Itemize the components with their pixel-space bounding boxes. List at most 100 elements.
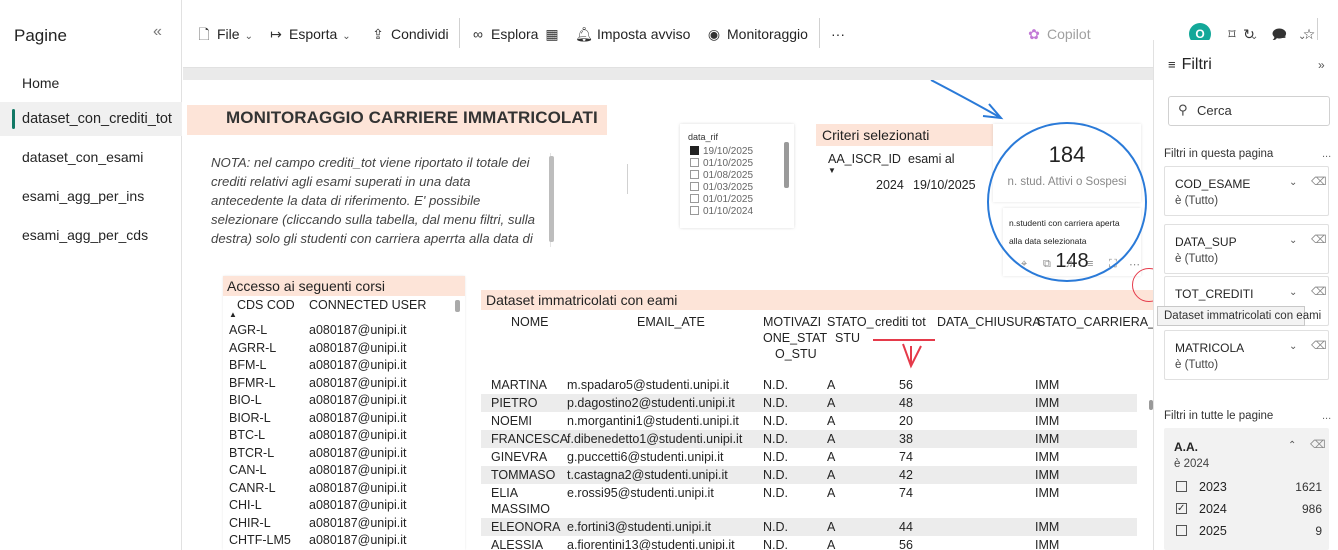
chevron-down-icon[interactable]: ⌄ [1289,177,1297,188]
corsi-row[interactable]: CANR-L a080187@unipi.it [229,480,459,496]
table-row[interactable]: MARTINA m.spadaro5@studenti.unipi.it N.D. A… [481,376,1137,394]
corsi-row[interactable]: BTCR-L a080187@unipi.it [229,445,459,461]
more-options-button[interactable]: ··· [831,24,845,44]
aa-option[interactable]: 2025 9 [1176,522,1322,540]
cell-stato: A [827,450,836,464]
page-item-esami-agg-per-ins[interactable]: esami_agg_per_ins [0,179,182,213]
table-row[interactable]: FRANCESCA f.dibenedetto1@studenti.unipi.i… [481,430,1137,448]
page-item-dataset-con-crediti-tot[interactable]: dataset_con_crediti_tot [0,102,182,136]
corsi-row[interactable]: BIOR-L a080187@unipi.it [229,410,459,426]
table-row[interactable]: TOMMASO t.castagna2@studenti.unipi.it N.D.… [481,466,1137,484]
filters-search-input[interactable]: Cerca [1168,96,1330,126]
corsi-row[interactable]: CHTF-LM5 a080187@unipi.it [229,532,459,548]
criteri-selezionati-table[interactable]: Criteri selezionati AA_ISCR_ID esami al … [816,124,996,198]
cell-email: e.fortini3@studenti.unipi.it [567,520,712,534]
section-more-icon[interactable]: ... [1322,410,1331,422]
monitoraggio-button[interactable]: ◉ Monitoraggio [705,24,808,44]
bell-icon[interactable]: ♫ [1065,258,1073,270]
esplora-button[interactable]: ∞ Esplora [469,24,538,44]
header-stato-stu[interactable]: STATO_ STU [827,314,874,346]
filter-card-cod-esame[interactable]: COD_ESAME è (Tutto) ⌄ ⌫ [1164,166,1329,216]
table-row[interactable]: ALESSIA a.fiorentini13@studenti.unipi.it N… [481,536,1137,550]
dataset-table[interactable]: Dataset immatricolati con eami NOME EMAI… [481,290,1153,550]
chevron-down-icon[interactable]: ⌄ [1289,287,1297,298]
corsi-row[interactable]: BFM-L a080187@unipi.it [229,357,459,373]
file-menu[interactable]: 🗋 File ⌄ [195,24,253,44]
table-row[interactable]: ELIA e.rossi95@studenti.unipi.it N.D. A 74 IM… [481,484,1137,518]
slicer-scrollbar[interactable] [784,142,789,188]
header-data-chiusura[interactable]: DATA_CHIUSURA [937,314,1041,330]
copy-icon[interactable]: ⧉ [1043,258,1051,271]
criteri-header-esami[interactable]: esami al [908,152,955,166]
cell-carriera: IMM [1035,378,1060,392]
slicer-option[interactable]: 01/10/2025 [690,158,753,169]
chevron-down-icon[interactable]: ⌄ [1289,341,1297,352]
header-stato-carriera[interactable]: STATO_CARRIERA_C [1037,314,1153,330]
chevron-down-icon[interactable]: ⌄ [1289,235,1297,246]
condividi-button[interactable]: ⇪ Condividi [369,24,448,44]
chevron-up-icon[interactable]: ⌃ [1288,440,1296,451]
table-settings-button[interactable]: ▦ [543,24,565,44]
filters-title: ≡ Filtri [1168,56,1212,74]
nota-scrollbar[interactable] [549,156,554,242]
eraser-icon[interactable]: ⌫ [1310,438,1326,451]
accesso-corsi-table[interactable]: Accesso ai seguenti corsi CDS COD CONNEC… [223,276,465,550]
filter-card-matricola[interactable]: MATRICOLA è (Tutto) ⌄ ⌫ [1164,330,1329,380]
page-item-esami-agg-per-cds[interactable]: esami_agg_per_cds [0,218,182,252]
page-item-home[interactable]: Home [0,66,182,100]
corsi-row[interactable]: CHI-L a080187@unipi.it [229,497,459,513]
corsi-row[interactable]: BIO-L a080187@unipi.it [229,392,459,408]
filter-value: è (Tutto) [1175,359,1219,371]
table-row[interactable]: NOEMI n.morgantini1@studenti.unipi.it N.D.… [481,412,1137,430]
esporta-menu[interactable]: ↦ Esporta ⌄ [267,24,351,44]
slicer-option[interactable]: 01/10/2024 [690,206,753,217]
table-row[interactable]: GINEVRA g.puccetti6@studenti.unipi.it N.D.… [481,448,1137,466]
eraser-icon[interactable]: ⌫ [1311,175,1327,188]
filter-card-data-sup[interactable]: DATA_SUP è (Tutto) ⌄ ⌫ [1164,224,1329,274]
corsi-header-cds[interactable]: CDS COD [237,298,295,312]
slicer-option-label: 01/08/2025 [703,170,754,181]
filter-name: TOT_CREDITI [1175,287,1254,301]
copilot-button[interactable]: ✿ Copilot [1025,24,1091,44]
slicer-option[interactable]: 19/10/2025 [690,146,753,157]
aa-option[interactable]: 2024 986 [1176,500,1322,518]
expand-filters-icon[interactable]: » [1318,58,1325,72]
eraser-icon[interactable]: ⌫ [1311,233,1327,246]
focus-mode-icon[interactable]: ⛶ [1109,258,1117,271]
corsi-row[interactable]: BTC-L a080187@unipi.it [229,427,459,443]
corsi-header-user[interactable]: CONNECTED USER [309,298,426,312]
header-email[interactable]: EMAIL_ATE [637,314,705,330]
header-motivazione[interactable]: MOTIVAZI ONE_STAT O_STU [763,314,827,362]
pin-icon[interactable]: ⌖ [1021,258,1027,271]
aa-option[interactable]: 2023 1621 [1176,478,1322,496]
header-line: ONE_STAT [763,331,828,345]
table-row[interactable]: ELEONORA e.fortini3@studenti.unipi.it N.D.… [481,518,1137,536]
section-more-icon[interactable]: ... [1322,148,1331,160]
header-crediti-tot[interactable]: crediti tot [875,314,926,330]
slicer-option[interactable]: 01/01/2025 [690,194,753,205]
copilot-label: Copilot [1047,26,1091,42]
eraser-icon[interactable]: ⌫ [1311,339,1327,352]
data-rif-slicer[interactable]: data_rif 19/10/2025 01/10/2025 01/08/202… [680,124,794,228]
corsi-row[interactable]: AGRR-L a080187@unipi.it [229,340,459,356]
cell-motivazione: N.D. [763,486,788,500]
collapse-pages-icon[interactable]: « [153,23,162,41]
corsi-row[interactable]: BFMR-L a080187@unipi.it [229,375,459,391]
filter-icon[interactable]: ≡ [1087,258,1093,270]
corsi-row[interactable]: CAN-L a080187@unipi.it [229,462,459,478]
more-options-icon[interactable]: ⋯ [1129,258,1140,271]
page-item-dataset-con-esami[interactable]: dataset_con_esami [0,140,182,174]
slicer-option[interactable]: 01/03/2025 [690,182,753,193]
table-row[interactable]: PIETRO p.dagostino2@studenti.unipi.it N.D.… [481,394,1137,412]
header-nome[interactable]: NOME [511,314,549,330]
criteri-header-aa[interactable]: AA_ISCR_ID [828,152,901,166]
filter-card-aa[interactable]: A.A. è 2024 ⌃ ⌫ 2023 1621 2024 986 2025 9 [1164,428,1329,550]
imposta-avviso-button[interactable]: 🔔︎ Imposta avviso [575,24,690,44]
card-studenti-attivi[interactable]: 184 n. stud. Attivi o Sospesi [993,124,1141,202]
corsi-scrollbar[interactable] [455,300,460,312]
slicer-option[interactable]: 01/08/2025 [690,170,753,181]
eraser-icon[interactable]: ⌫ [1311,285,1327,298]
corsi-row[interactable]: AGR-L a080187@unipi.it [229,322,459,338]
report-page: MONITORAGGIO CARRIERE IMMATRICOLATI NOTA… [183,80,1166,550]
corsi-row[interactable]: CHIR-L a080187@unipi.it [229,515,459,531]
